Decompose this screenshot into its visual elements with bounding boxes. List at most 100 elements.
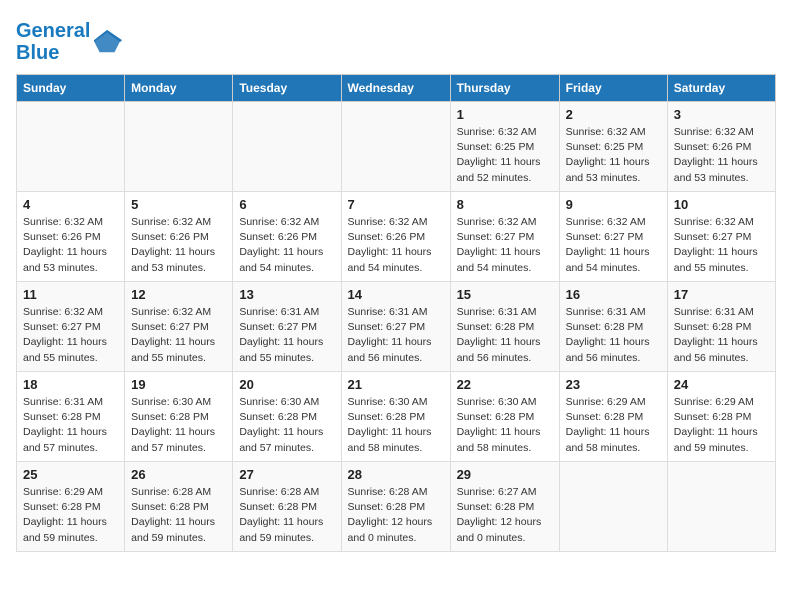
day-detail: Sunrise: 6:31 AM Sunset: 6:28 PM Dayligh… <box>23 395 118 456</box>
day-number: 26 <box>131 467 226 482</box>
day-detail: Sunrise: 6:32 AM Sunset: 6:27 PM Dayligh… <box>131 305 226 366</box>
calendar-cell: 21 Sunrise: 6:30 AM Sunset: 6:28 PM Dayli… <box>341 372 450 462</box>
calendar-cell: 7Sunrise: 6:32 AM Sunset: 6:26 PM Daylig… <box>341 192 450 282</box>
calendar-cell: 11 Sunrise: 6:32 AM Sunset: 6:27 PM Dayli… <box>17 282 125 372</box>
calendar-cell: 26 Sunrise: 6:28 AM Sunset: 6:28 PM Dayli… <box>125 462 233 552</box>
day-number: 1 <box>457 107 553 122</box>
header: General Blue <box>16 16 776 64</box>
column-header-tuesday: Tuesday <box>233 75 341 102</box>
day-detail: Sunrise: 6:32 AM Sunset: 6:27 PM Dayligh… <box>674 215 769 276</box>
day-number: 5 <box>131 197 226 212</box>
day-detail: Sunrise: 6:29 AM Sunset: 6:28 PM Dayligh… <box>674 395 769 456</box>
calendar-cell <box>17 102 125 192</box>
calendar-cell: 3Sunrise: 6:32 AM Sunset: 6:26 PM Daylig… <box>667 102 775 192</box>
day-number: 23 <box>566 377 661 392</box>
day-detail: Sunrise: 6:32 AM Sunset: 6:26 PM Dayligh… <box>239 215 334 276</box>
calendar-week-row: 4 Sunrise: 6:32 AM Sunset: 6:26 PM Daylig… <box>17 192 776 282</box>
calendar-cell: 20 Sunrise: 6:30 AM Sunset: 6:28 PM Dayli… <box>233 372 341 462</box>
calendar-cell: 10Sunrise: 6:32 AM Sunset: 6:27 PM Dayli… <box>667 192 775 282</box>
day-detail: Sunrise: 6:30 AM Sunset: 6:28 PM Dayligh… <box>131 395 226 456</box>
day-number: 20 <box>239 377 334 392</box>
day-detail: Sunrise: 6:30 AM Sunset: 6:28 PM Dayligh… <box>239 395 334 456</box>
day-number: 12 <box>131 287 226 302</box>
day-detail: Sunrise: 6:32 AM Sunset: 6:26 PM Dayligh… <box>23 215 118 276</box>
calendar-cell <box>233 102 341 192</box>
calendar-cell: 27Sunrise: 6:28 AM Sunset: 6:28 PM Dayli… <box>233 462 341 552</box>
day-detail: Sunrise: 6:32 AM Sunset: 6:27 PM Dayligh… <box>23 305 118 366</box>
day-number: 22 <box>457 377 553 392</box>
day-detail: Sunrise: 6:32 AM Sunset: 6:25 PM Dayligh… <box>566 125 661 186</box>
calendar-cell: 13 Sunrise: 6:31 AM Sunset: 6:27 PM Dayli… <box>233 282 341 372</box>
day-detail: Sunrise: 6:31 AM Sunset: 6:28 PM Dayligh… <box>674 305 769 366</box>
calendar-cell: 4 Sunrise: 6:32 AM Sunset: 6:26 PM Daylig… <box>17 192 125 282</box>
day-number: 17 <box>674 287 769 302</box>
day-number: 18 <box>23 377 118 392</box>
day-detail: Sunrise: 6:28 AM Sunset: 6:28 PM Dayligh… <box>131 485 226 546</box>
day-number: 21 <box>348 377 444 392</box>
day-detail: Sunrise: 6:31 AM Sunset: 6:28 PM Dayligh… <box>566 305 661 366</box>
calendar-week-row: 1 Sunrise: 6:32 AM Sunset: 6:25 PM Daylig… <box>17 102 776 192</box>
day-detail: Sunrise: 6:31 AM Sunset: 6:28 PM Dayligh… <box>457 305 553 366</box>
calendar-cell: 17 Sunrise: 6:31 AM Sunset: 6:28 PM Dayli… <box>667 282 775 372</box>
calendar-cell: 29 Sunrise: 6:27 AM Sunset: 6:28 PM Dayli… <box>450 462 559 552</box>
day-number: 9 <box>566 197 661 212</box>
day-detail: Sunrise: 6:28 AM Sunset: 6:28 PM Dayligh… <box>239 485 334 546</box>
logo-text: General Blue <box>16 20 90 64</box>
day-detail: Sunrise: 6:31 AM Sunset: 6:27 PM Dayligh… <box>348 305 444 366</box>
calendar-cell: 22 Sunrise: 6:30 AM Sunset: 6:28 PM Dayli… <box>450 372 559 462</box>
calendar-cell <box>667 462 775 552</box>
column-header-sunday: Sunday <box>17 75 125 102</box>
day-number: 7 <box>348 197 444 212</box>
day-detail: Sunrise: 6:28 AM Sunset: 6:28 PM Dayligh… <box>348 485 444 546</box>
day-number: 8 <box>457 197 553 212</box>
logo: General Blue <box>16 20 122 64</box>
calendar-cell: 19 Sunrise: 6:30 AM Sunset: 6:28 PM Dayli… <box>125 372 233 462</box>
day-number: 4 <box>23 197 118 212</box>
day-number: 24 <box>674 377 769 392</box>
column-header-monday: Monday <box>125 75 233 102</box>
day-number: 14 <box>348 287 444 302</box>
calendar-cell: 24 Sunrise: 6:29 AM Sunset: 6:28 PM Dayli… <box>667 372 775 462</box>
calendar-cell: 8 Sunrise: 6:32 AM Sunset: 6:27 PM Daylig… <box>450 192 559 282</box>
day-number: 13 <box>239 287 334 302</box>
calendar-cell: 2 Sunrise: 6:32 AM Sunset: 6:25 PM Daylig… <box>559 102 667 192</box>
calendar-cell <box>125 102 233 192</box>
column-header-saturday: Saturday <box>667 75 775 102</box>
calendar-cell: 9 Sunrise: 6:32 AM Sunset: 6:27 PM Daylig… <box>559 192 667 282</box>
day-detail: Sunrise: 6:32 AM Sunset: 6:26 PM Dayligh… <box>131 215 226 276</box>
day-detail: Sunrise: 6:29 AM Sunset: 6:28 PM Dayligh… <box>23 485 118 546</box>
day-detail: Sunrise: 6:31 AM Sunset: 6:27 PM Dayligh… <box>239 305 334 366</box>
day-detail: Sunrise: 6:27 AM Sunset: 6:28 PM Dayligh… <box>457 485 553 546</box>
day-number: 25 <box>23 467 118 482</box>
calendar-cell: 16 Sunrise: 6:31 AM Sunset: 6:28 PM Dayli… <box>559 282 667 372</box>
day-number: 2 <box>566 107 661 122</box>
day-number: 29 <box>457 467 553 482</box>
calendar-header-row: SundayMondayTuesdayWednesdayThursdayFrid… <box>17 75 776 102</box>
calendar-cell: 5 Sunrise: 6:32 AM Sunset: 6:26 PM Daylig… <box>125 192 233 282</box>
day-detail: Sunrise: 6:29 AM Sunset: 6:28 PM Dayligh… <box>566 395 661 456</box>
day-number: 19 <box>131 377 226 392</box>
calendar-cell: 28Sunrise: 6:28 AM Sunset: 6:28 PM Dayli… <box>341 462 450 552</box>
day-detail: Sunrise: 6:30 AM Sunset: 6:28 PM Dayligh… <box>348 395 444 456</box>
day-number: 6 <box>239 197 334 212</box>
calendar-cell: 12 Sunrise: 6:32 AM Sunset: 6:27 PM Dayli… <box>125 282 233 372</box>
calendar-cell: 6 Sunrise: 6:32 AM Sunset: 6:26 PM Daylig… <box>233 192 341 282</box>
column-header-thursday: Thursday <box>450 75 559 102</box>
calendar-week-row: 25 Sunrise: 6:29 AM Sunset: 6:28 PM Dayli… <box>17 462 776 552</box>
day-detail: Sunrise: 6:32 AM Sunset: 6:27 PM Dayligh… <box>457 215 553 276</box>
calendar-cell <box>341 102 450 192</box>
calendar-cell <box>559 462 667 552</box>
calendar-table: SundayMondayTuesdayWednesdayThursdayFrid… <box>16 74 776 552</box>
day-number: 11 <box>23 287 118 302</box>
day-detail: Sunrise: 6:32 AM Sunset: 6:27 PM Dayligh… <box>566 215 661 276</box>
logo-icon <box>94 28 122 56</box>
day-detail: Sunrise: 6:32 AM Sunset: 6:25 PM Dayligh… <box>457 125 553 186</box>
day-detail: Sunrise: 6:32 AM Sunset: 6:26 PM Dayligh… <box>674 125 769 186</box>
calendar-cell: 25 Sunrise: 6:29 AM Sunset: 6:28 PM Dayli… <box>17 462 125 552</box>
day-number: 16 <box>566 287 661 302</box>
column-header-wednesday: Wednesday <box>341 75 450 102</box>
calendar-cell: 18 Sunrise: 6:31 AM Sunset: 6:28 PM Dayli… <box>17 372 125 462</box>
column-header-friday: Friday <box>559 75 667 102</box>
day-detail: Sunrise: 6:30 AM Sunset: 6:28 PM Dayligh… <box>457 395 553 456</box>
calendar-week-row: 11 Sunrise: 6:32 AM Sunset: 6:27 PM Dayli… <box>17 282 776 372</box>
